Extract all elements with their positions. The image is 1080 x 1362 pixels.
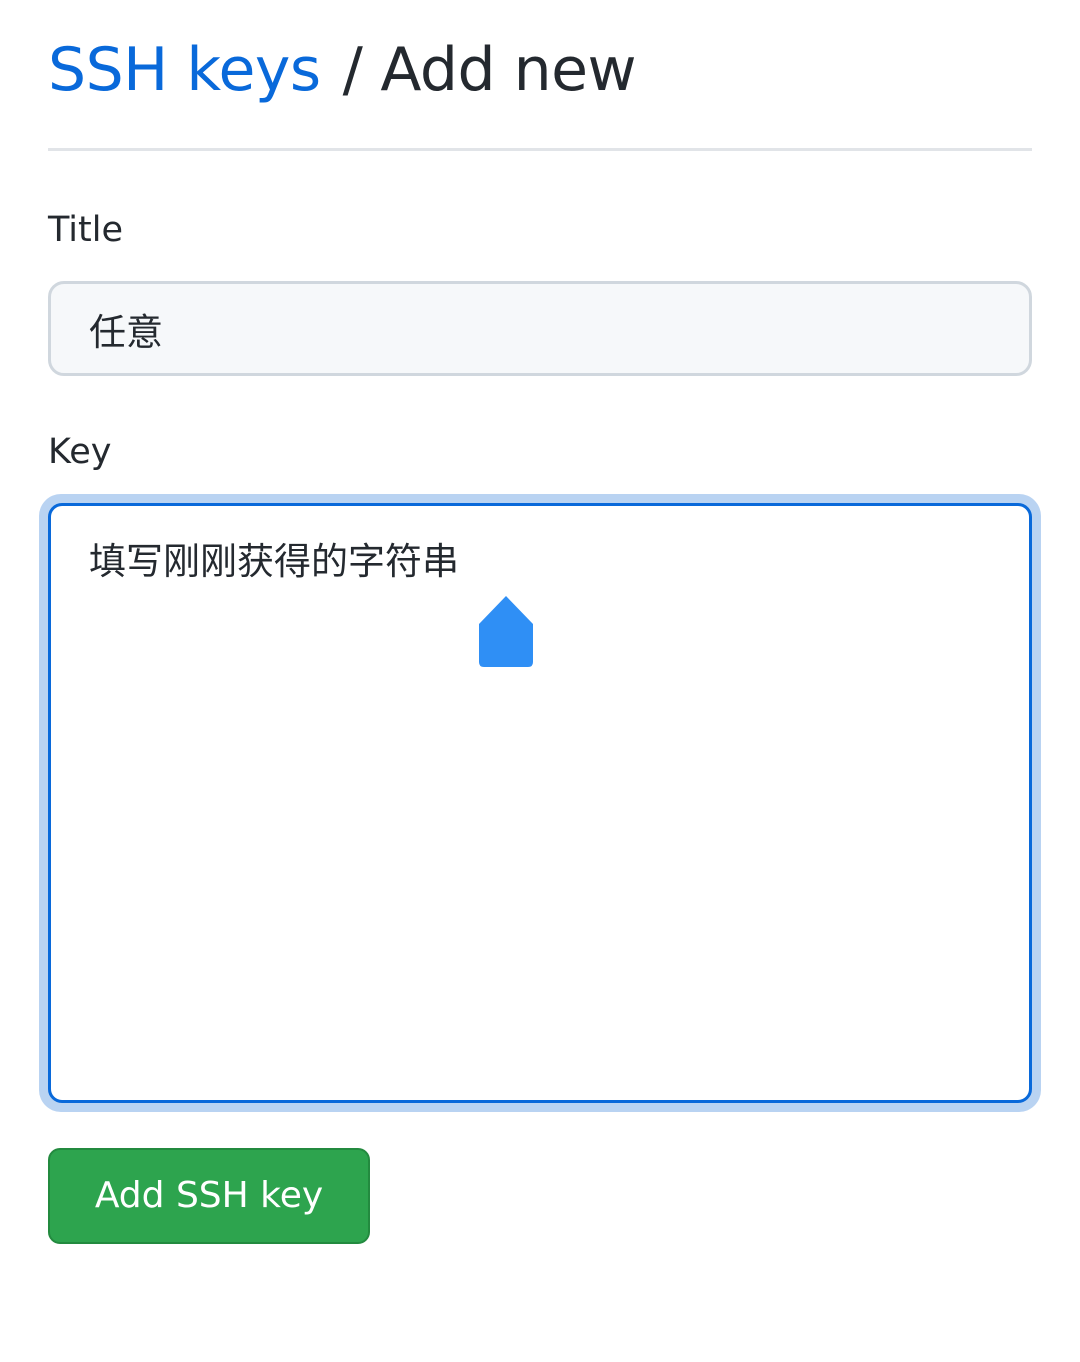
key-label: Key (48, 432, 112, 472)
header-divider (48, 148, 1032, 151)
text-cursor-handle-icon[interactable] (479, 596, 533, 668)
add-ssh-key-button[interactable]: Add SSH key (48, 1148, 370, 1244)
breadcrumb-ssh-keys-link[interactable]: SSH keys (48, 35, 321, 105)
breadcrumb-separator: / (342, 35, 363, 105)
key-textarea[interactable]: 填写刚刚获得的字符串 (48, 503, 1032, 1103)
page-title: Add new (380, 35, 637, 105)
breadcrumb: SSH keys / Add new (48, 30, 1032, 110)
title-label: Title (48, 210, 124, 250)
title-input[interactable] (48, 281, 1032, 376)
